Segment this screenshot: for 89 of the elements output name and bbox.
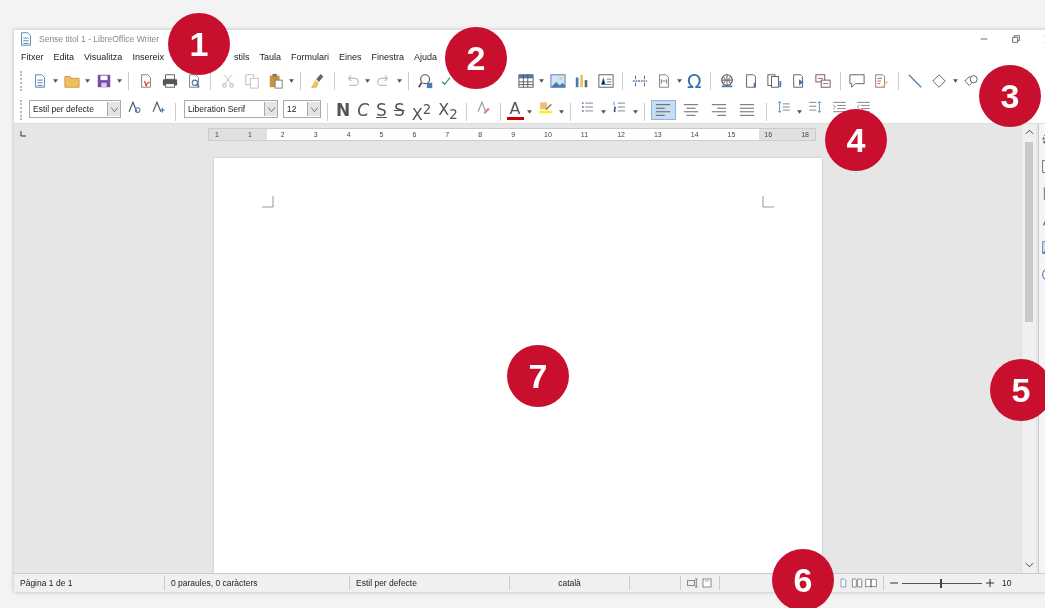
font-name-field[interactable]: Liberation Serif bbox=[184, 100, 278, 118]
status-field: català bbox=[510, 576, 630, 590]
highlighter-icon[interactable] bbox=[537, 100, 553, 114]
menu-item[interactable]: Eines bbox=[333, 51, 367, 62]
comment-icon[interactable] bbox=[849, 72, 866, 89]
style-update-icon[interactable] bbox=[127, 100, 142, 114]
zoom-slider-thumb[interactable] bbox=[939, 578, 942, 588]
menu-item[interactable]: Taula bbox=[254, 51, 286, 62]
clipboard-icon[interactable] bbox=[267, 72, 284, 89]
bold-button[interactable]: N bbox=[334, 100, 353, 120]
dropdown-arrow-icon[interactable] bbox=[117, 78, 122, 83]
menu-item[interactable]: Edita bbox=[48, 51, 79, 62]
bullet-list-icon[interactable] bbox=[579, 100, 595, 114]
dropdown-arrow-icon[interactable] bbox=[632, 109, 638, 114]
scroll-up-icon[interactable] bbox=[1024, 129, 1034, 135]
menu-item[interactable]: Formulari bbox=[285, 51, 334, 62]
align-left-icon bbox=[655, 102, 672, 118]
dropdown-arrow-icon[interactable] bbox=[600, 109, 606, 114]
restore-icon[interactable] bbox=[1011, 34, 1021, 44]
margin-corner-mark bbox=[261, 196, 274, 208]
script-button[interactable]: X$_{2}$ bbox=[436, 100, 460, 126]
dropdown-arrow-icon[interactable] bbox=[952, 78, 958, 83]
printer-icon[interactable] bbox=[161, 72, 178, 89]
line-spacing-icon[interactable] bbox=[775, 100, 791, 114]
font-size-field[interactable]: 12 bbox=[283, 100, 321, 118]
find-replace-icon[interactable] bbox=[417, 72, 434, 89]
insert-mode-icon[interactable] bbox=[687, 577, 699, 589]
dropdown-arrow-icon[interactable] bbox=[53, 78, 58, 83]
menu-item[interactable]: Ajuda bbox=[408, 51, 442, 62]
numbered-list-icon[interactable] bbox=[611, 100, 627, 114]
globe-icon[interactable] bbox=[719, 72, 736, 89]
zoom-in-icon[interactable] bbox=[986, 579, 994, 587]
menu-item[interactable]: Fitxer bbox=[16, 51, 49, 62]
table-icon[interactable] bbox=[517, 72, 534, 89]
pages-icon[interactable] bbox=[767, 72, 784, 89]
book-view-icon[interactable] bbox=[865, 577, 877, 589]
status-field: Estil per defecte bbox=[350, 576, 510, 590]
menu-item[interactable]: Visualitza bbox=[79, 51, 128, 62]
dropdown-arrow-icon[interactable] bbox=[558, 109, 564, 114]
menu-item[interactable]: Finestra bbox=[366, 51, 409, 62]
new-style-icon[interactable] bbox=[151, 100, 166, 114]
text-box-icon[interactable] bbox=[597, 72, 614, 89]
shapes-icon[interactable] bbox=[963, 72, 980, 89]
scrollbar-thumb[interactable] bbox=[1025, 142, 1033, 322]
dropdown-arrow-icon[interactable] bbox=[85, 78, 90, 83]
menu-item[interactable]: Insereix bbox=[127, 51, 169, 62]
align-right-icon bbox=[711, 102, 728, 118]
indent-icon[interactable] bbox=[831, 100, 847, 114]
dropdown-arrow-icon[interactable] bbox=[796, 109, 802, 114]
image-icon[interactable] bbox=[549, 72, 566, 89]
margin-corner-mark bbox=[761, 196, 774, 208]
doc-modified-icon[interactable] bbox=[701, 577, 713, 589]
align-justify-icon bbox=[739, 102, 756, 118]
strikethrough-button[interactable]: S bbox=[391, 100, 407, 120]
dropdown-arrow-icon[interactable] bbox=[365, 78, 370, 83]
scroll-down-icon[interactable] bbox=[1024, 562, 1034, 568]
clear-formatting-icon[interactable] bbox=[475, 100, 491, 114]
italic-button[interactable]: C bbox=[355, 100, 372, 120]
diamond-icon[interactable] bbox=[931, 72, 948, 89]
font-color-button[interactable]: A bbox=[506, 100, 524, 120]
dropdown-arrow-icon[interactable] bbox=[539, 78, 544, 83]
tab-stop-icon[interactable] bbox=[20, 131, 26, 137]
menu-item[interactable]: stils bbox=[228, 51, 255, 62]
paragraph-style-field[interactable]: Estil per defecte bbox=[29, 100, 121, 118]
single-page-view-icon[interactable] bbox=[837, 577, 849, 589]
align-center-icon bbox=[683, 102, 700, 118]
paintbrush-icon[interactable] bbox=[309, 72, 326, 89]
cross-reference-icon[interactable] bbox=[815, 72, 832, 89]
multi-page-view-icon[interactable] bbox=[851, 577, 863, 589]
script-button[interactable]: X$^{2}$ bbox=[409, 100, 434, 126]
save-icon[interactable] bbox=[95, 72, 112, 89]
underline-button[interactable]: S bbox=[374, 100, 389, 120]
zoom-out-icon[interactable] bbox=[890, 579, 898, 587]
status-field: Pàgina 1 de 1 bbox=[14, 576, 165, 590]
bar-chart-icon[interactable] bbox=[573, 72, 590, 89]
checkmark-icon[interactable] bbox=[440, 74, 452, 87]
paragraph-spacing-icon[interactable] bbox=[807, 100, 823, 114]
special-character-button[interactable]: Ω bbox=[685, 70, 704, 91]
dropdown-arrow-icon[interactable] bbox=[526, 109, 532, 114]
callout-number: 1 bbox=[168, 13, 230, 75]
align-button[interactable] bbox=[650, 100, 676, 120]
line-icon[interactable] bbox=[907, 72, 924, 89]
dropdown-arrow-icon[interactable] bbox=[289, 78, 294, 83]
track-changes-icon[interactable] bbox=[873, 72, 890, 89]
dropdown-arrow-icon[interactable] bbox=[397, 78, 402, 83]
zoom-reading: 10 bbox=[1002, 578, 1012, 588]
status-field: 0 paraules, 0 caràcters bbox=[165, 576, 350, 590]
dropdown-arrow-icon[interactable] bbox=[677, 78, 682, 83]
window-title: Sense titol 1 - LibreOffice Writer bbox=[39, 34, 160, 44]
